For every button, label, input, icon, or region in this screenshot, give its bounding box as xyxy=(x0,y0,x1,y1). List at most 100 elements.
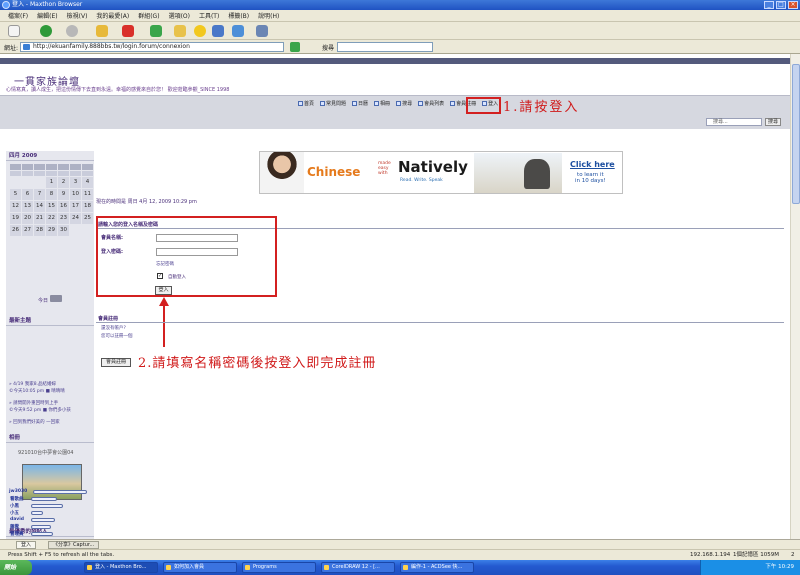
calendar-day[interactable]: 15 xyxy=(46,201,57,212)
poster-name[interactable]: 小黑 xyxy=(10,503,19,509)
calendar-today-icon[interactable] xyxy=(50,295,62,302)
nav-faq[interactable]: 常見問題 xyxy=(320,100,346,107)
register-icon xyxy=(450,101,456,106)
web-search-input[interactable] xyxy=(337,42,433,52)
calendar-day[interactable]: 29 xyxy=(46,225,57,236)
calendar-day[interactable]: 19 xyxy=(10,213,21,224)
menu-view[interactable]: 檢視(V) xyxy=(67,11,88,20)
go-icon[interactable] xyxy=(290,42,300,52)
nav-home[interactable]: 首頁 xyxy=(298,100,314,107)
up-icon[interactable] xyxy=(96,25,108,37)
register-button[interactable]: 會員註冊 xyxy=(101,358,131,367)
calendar-day[interactable]: 12 xyxy=(10,201,21,212)
album-caption[interactable]: 921010台中夢會公園04 xyxy=(18,449,73,456)
poster-name[interactable]: 藤雲 xyxy=(10,524,19,530)
menu-groups[interactable]: 群組(G) xyxy=(138,11,159,20)
menu-help[interactable]: 說明(H) xyxy=(258,11,279,20)
calendar-day[interactable]: 23 xyxy=(58,213,69,224)
calendar-day[interactable]: 30 xyxy=(58,225,69,236)
nav-calendar[interactable]: 日曆 xyxy=(352,100,368,107)
tab-login[interactable]: 登入 xyxy=(16,541,37,549)
maximize-button[interactable]: □ xyxy=(776,1,786,9)
register-title: 會員註冊 xyxy=(98,316,119,322)
monitor-icon[interactable] xyxy=(212,25,224,37)
menu-favorites[interactable]: 我的最愛(A) xyxy=(96,11,129,20)
new-tab-icon[interactable] xyxy=(8,25,20,37)
tab-capture[interactable]: 《分享》Captur... xyxy=(48,541,100,549)
calendar-day[interactable]: 5 xyxy=(10,189,21,200)
menu-file[interactable]: 檔案(F) xyxy=(8,11,28,20)
calendar-day[interactable]: 1 xyxy=(46,177,57,188)
taskbar-item[interactable]: 登入 - Maxthon Bro... xyxy=(84,562,158,573)
calendar-day[interactable]: 17 xyxy=(70,201,81,212)
menu-options[interactable]: 選項(O) xyxy=(169,11,190,20)
calendar-day[interactable]: 13 xyxy=(22,201,33,212)
poster-name[interactable]: 管理員 xyxy=(10,531,24,537)
calendar-day[interactable]: 2 xyxy=(58,177,69,188)
calendar-day[interactable]: 16 xyxy=(58,201,69,212)
poster-name[interactable]: 小五 xyxy=(10,510,19,516)
taskbar-item[interactable]: CorelDRAW 12 - [... xyxy=(321,562,395,573)
calendar-day[interactable]: 3 xyxy=(70,177,81,188)
forum-search-input[interactable]: 搜尋... xyxy=(706,118,762,126)
url-input[interactable]: http://ekuanfamily.888bbs.tw/login.forum… xyxy=(20,42,284,52)
nav-members[interactable]: 會員列表 xyxy=(418,100,444,107)
calendar-day[interactable]: 21 xyxy=(34,213,45,224)
poster-name[interactable]: 看歌曲 xyxy=(10,496,24,502)
poster-name[interactable]: jw3030 xyxy=(9,489,27,494)
minimize-button[interactable]: _ xyxy=(764,1,774,9)
latest-topic-item[interactable]: » 回到我們好美的 一回家 xyxy=(9,420,60,426)
menu-tools[interactable]: 工具(T) xyxy=(199,11,219,20)
calendar-day[interactable]: 11 xyxy=(82,189,93,200)
calendar-day[interactable]: 4 xyxy=(82,177,93,188)
undo-icon[interactable] xyxy=(232,25,244,37)
taskbar-item[interactable]: Programs xyxy=(242,562,316,573)
stop-icon[interactable] xyxy=(122,25,134,37)
register-hint[interactable]: 您可以註冊一個 xyxy=(101,333,133,339)
window-titlebar[interactable]: 登入 - Maxthon Browser _ □ × xyxy=(0,0,800,10)
calendar-day[interactable]: 6 xyxy=(22,189,33,200)
calendar-day[interactable]: 10 xyxy=(70,189,81,200)
taskbar-item[interactable]: 如何加入會員 xyxy=(163,562,237,573)
vertical-scrollbar[interactable] xyxy=(790,54,800,539)
calendar-day[interactable]: 28 xyxy=(34,225,45,236)
banner-cta[interactable]: Click here xyxy=(570,160,615,169)
forum-search-button[interactable]: 搜尋 xyxy=(765,118,781,126)
nav-album[interactable]: 相冊 xyxy=(374,100,390,107)
faq-icon xyxy=(320,101,326,106)
calendar-day[interactable]: 22 xyxy=(46,213,57,224)
calendar-day[interactable]: 27 xyxy=(22,225,33,236)
calendar-day[interactable]: 7 xyxy=(34,189,45,200)
album-photo[interactable] xyxy=(22,464,82,500)
calendar-icon xyxy=(352,101,358,106)
menu-tabs[interactable]: 標籤(B) xyxy=(228,11,249,20)
split-view-icon[interactable] xyxy=(256,25,268,37)
back-icon[interactable] xyxy=(40,25,52,37)
system-tray-clock[interactable]: 下午 10:29 xyxy=(700,560,800,575)
latest-topic-item[interactable]: » 請問開外重回時到上手 xyxy=(9,401,58,407)
calendar-day[interactable]: 9 xyxy=(58,189,69,200)
calendar-day[interactable]: 8 xyxy=(46,189,57,200)
search-icon xyxy=(396,101,402,106)
calendar-day[interactable]: 24 xyxy=(70,213,81,224)
taskbar-item[interactable]: 編作-1 - ACDSee 快... xyxy=(400,562,474,573)
latest-topic-item[interactable]: » 4/19 我家8.品結婚嫁 xyxy=(9,382,56,388)
calendar-day[interactable]: 18 xyxy=(82,201,93,212)
calendar-day[interactable]: 26 xyxy=(10,225,21,236)
calendar-day[interactable]: 14 xyxy=(34,201,45,212)
menu-edit[interactable]: 編輯(E) xyxy=(37,11,57,20)
scrollbar-thumb[interactable] xyxy=(792,64,800,204)
today-link[interactable]: 今日 xyxy=(38,297,48,304)
poster-name[interactable]: david xyxy=(10,517,24,522)
home-icon[interactable] xyxy=(174,25,186,37)
close-button[interactable]: × xyxy=(788,1,798,9)
address-label: 網址: xyxy=(4,45,19,52)
forward-icon[interactable] xyxy=(66,25,78,37)
refresh-icon[interactable] xyxy=(150,25,162,37)
start-button[interactable]: 開始 xyxy=(0,560,32,575)
register-question[interactable]: 還沒有帳戶? xyxy=(101,325,126,331)
favorites-star-icon[interactable] xyxy=(194,25,206,37)
calendar-day[interactable]: 20 xyxy=(22,213,33,224)
nav-search[interactable]: 搜尋 xyxy=(396,100,412,107)
calendar-day[interactable]: 25 xyxy=(82,213,93,224)
